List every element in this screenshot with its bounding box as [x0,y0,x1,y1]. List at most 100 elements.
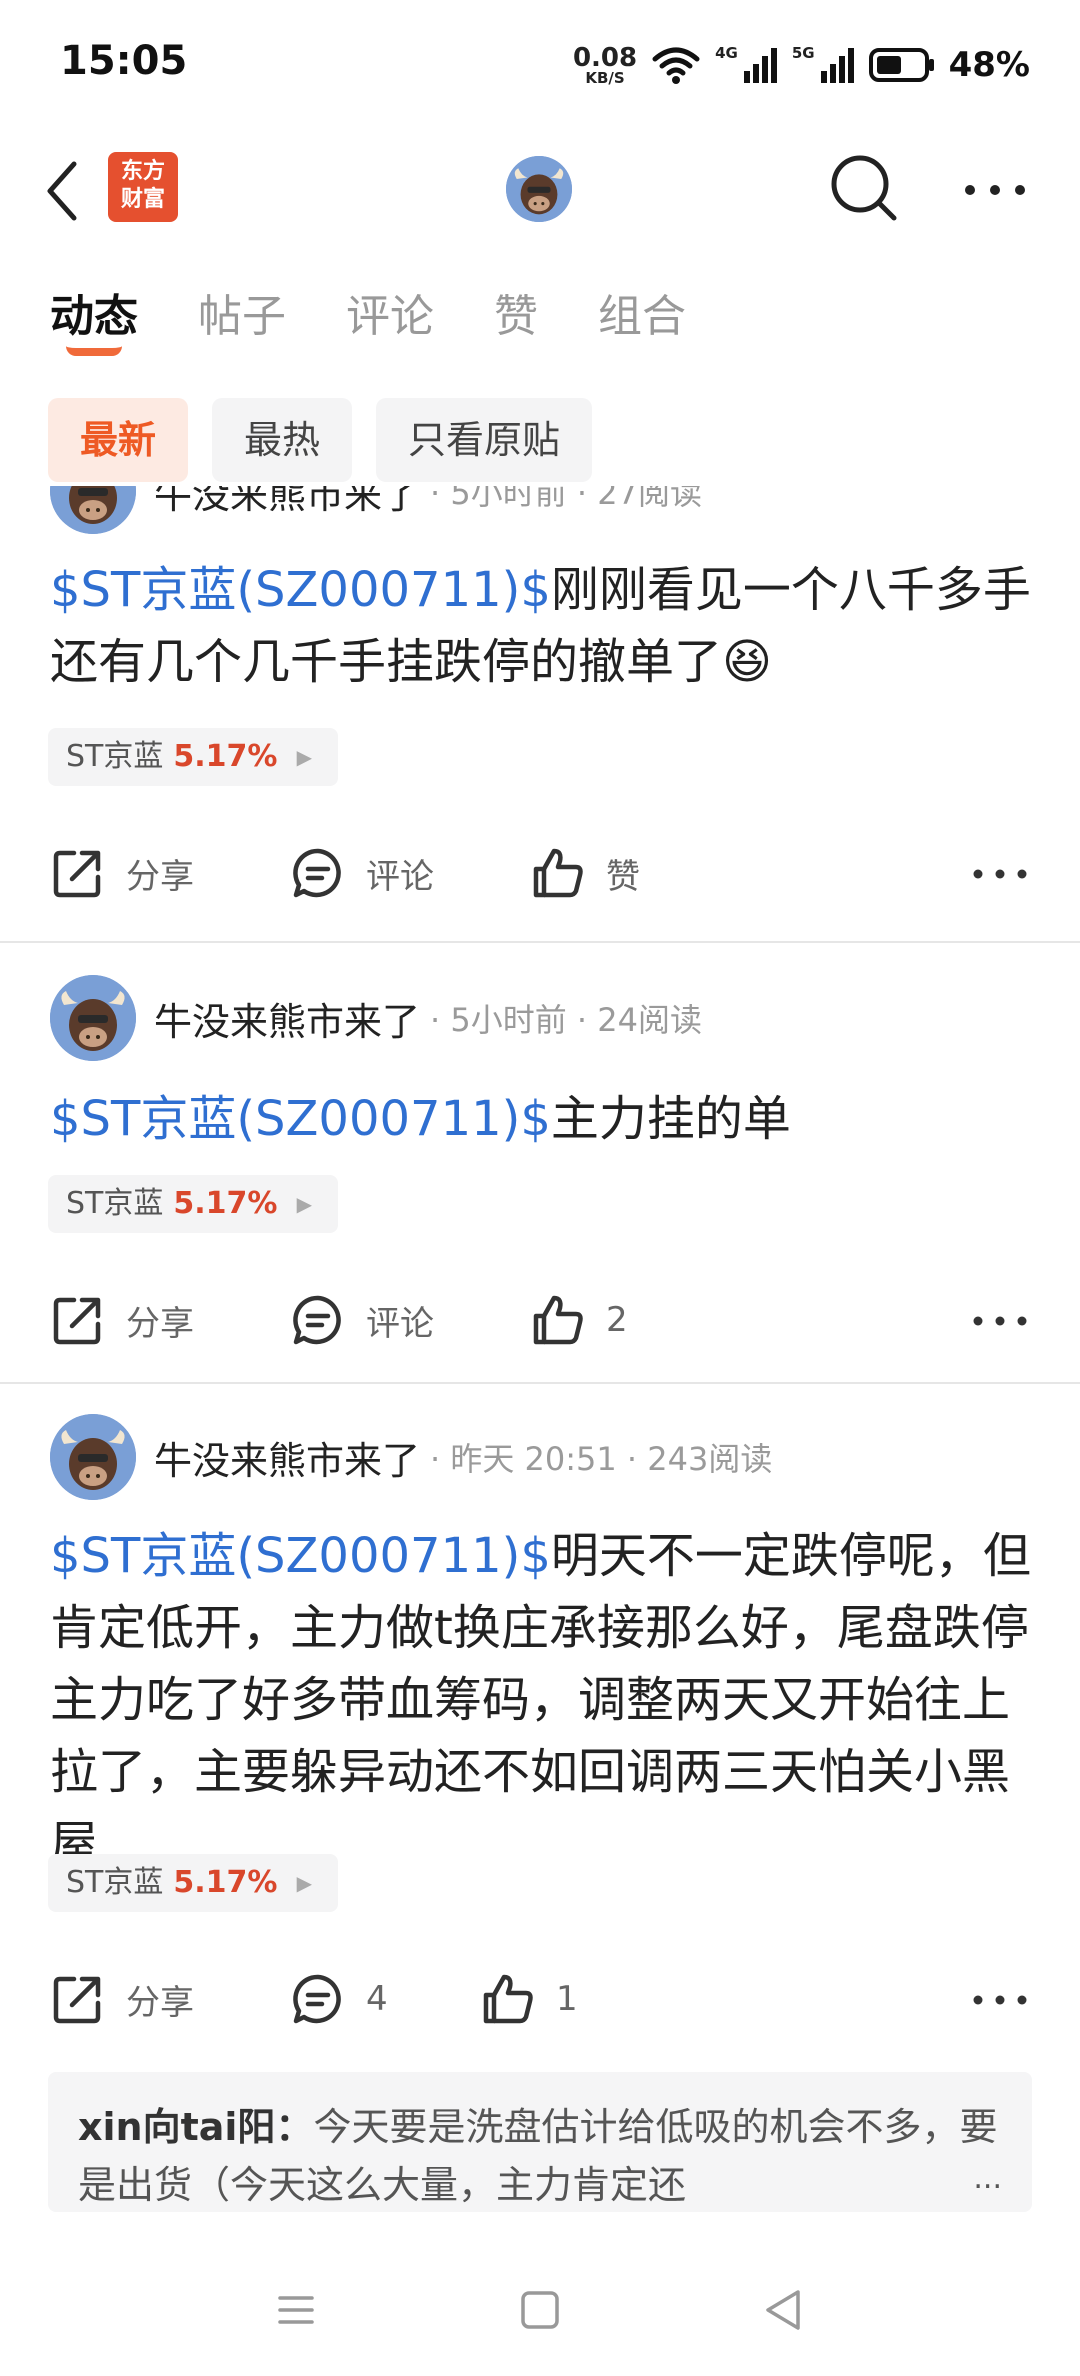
post-card[interactable]: 牛没来熊市来了 · 昨天 20:51 · 243阅读 $ST京蓝(SZ00071… [0,1384,1080,2242]
signal-icon [820,48,854,83]
author-name[interactable]: 牛没来熊市来了 [154,1430,420,1485]
comment-icon [293,848,341,898]
stock-tag[interactable]: ST京蓝 5.17% ▶ [48,728,338,786]
post-more-icon[interactable] [970,1980,1030,2020]
back-triangle-icon[interactable] [754,2282,814,2338]
status-time: 15:05 [60,38,188,84]
system-navigation-bar [0,2242,1080,2376]
filter-hottest[interactable]: 最热 [212,398,353,482]
hot-reply-box[interactable]: xin向tai阳：今天要是洗盘估计给低吸的机会不多，要是出货（今天这么大量，主力… [48,2072,1032,2212]
logo-line1: 东方 [120,159,165,184]
like-button[interactable]: 赞 [530,838,640,908]
back-arrow-icon[interactable] [40,156,90,226]
comment-count: 4 [366,1979,388,2019]
comment-button[interactable]: 评论 [290,1285,434,1355]
like-count: 1 [556,1979,578,2019]
stock-link[interactable]: $ST京蓝(SZ000711)$ [50,1091,551,1147]
stock-tag-pct: 5.17% [173,1186,278,1221]
bull-avatar-icon [50,1414,136,1500]
tab-portfolio[interactable]: 组合 [598,280,686,350]
post-meta: · 昨天 20:51 · 243阅读 [430,1440,773,1478]
search-icon[interactable] [826,150,902,226]
net-speed-value: 0.08 [572,42,638,73]
profile-tabs: 动态 帖子 评论 赞 组合 [50,280,746,356]
author-avatar[interactable] [50,486,136,534]
tab-label: 评论 [346,291,434,342]
bull-avatar-icon [50,486,136,534]
app-header: 东方 财富 [0,140,1080,240]
author-avatar[interactable] [50,975,136,1061]
app-logo[interactable]: 东方 财富 [108,152,178,222]
menu-icon[interactable] [266,2282,326,2338]
share-icon [53,850,101,898]
tab-label: 帖子 [198,291,286,342]
author-name[interactable]: 牛没来熊市来了 [154,486,420,519]
post-card[interactable]: 牛没来熊市来了 · 5小时前 · 27阅读 $ST京蓝(SZ000711)$刚刚… [0,486,1080,926]
bull-avatar-icon [506,156,572,222]
share-label: 分享 [126,856,194,897]
tab-label: 组合 [598,291,686,342]
post-more-icon[interactable] [970,1301,1030,1341]
thumbs-up-icon [533,848,583,898]
comment-label: 评论 [366,856,434,897]
author-name[interactable]: 牛没来熊市来了 [154,991,420,1046]
user-avatar[interactable] [506,156,572,222]
post-meta: · 5小时前 · 24阅读 [430,1001,702,1039]
stock-tag[interactable]: ST京蓝 5.17% ▶ [48,1175,338,1233]
share-button[interactable]: 分享 [50,1285,194,1355]
battery-icon [868,48,934,82]
like-button[interactable]: 1 [480,1964,578,2034]
triangle-right-icon: ▶ [296,1871,312,1895]
post-content[interactable]: $ST京蓝(SZ000711)$明天不一定跌停呢，但肯定低开，主力做t换庄承接那… [50,1520,1040,1880]
stock-tag-name: ST京蓝 [66,1865,164,1900]
like-button[interactable]: 2 [530,1285,628,1355]
signal-icon [743,48,777,83]
thumbs-up-icon [533,1295,583,1345]
comment-icon [293,1974,341,2024]
stock-tag-pct: 5.17% [173,739,278,774]
tab-posts[interactable]: 帖子 [198,280,286,350]
comment-button[interactable]: 4 [290,1964,388,2034]
reply-more[interactable]: ... [973,2150,1002,2208]
reply-author[interactable]: xin向tai阳： [78,2105,313,2149]
filter-chips: 最新 最热 只看原贴 [48,398,593,482]
comment-button[interactable]: 评论 [290,838,434,908]
filter-latest[interactable]: 最新 [48,398,189,482]
triangle-right-icon: ▶ [296,745,312,769]
filter-original-only[interactable]: 只看原贴 [376,398,593,482]
comment-icon [293,1295,341,1345]
post-actions: 分享 评论 2 [0,1285,1080,1355]
post-meta: · 5小时前 · 27阅读 [430,486,702,512]
wifi-icon [652,47,700,84]
author-avatar[interactable] [50,1414,136,1500]
post-feed: 牛没来熊市来了 · 5小时前 · 27阅读 $ST京蓝(SZ000711)$刚刚… [0,486,1080,2242]
share-icon [53,1297,101,1345]
share-button[interactable]: 分享 [50,1964,194,2034]
stock-tag[interactable]: ST京蓝 5.17% ▶ [48,1854,338,1912]
net-speed-unit: KB/S [585,68,625,87]
tab-active-indicator [66,346,122,356]
stock-tag-name: ST京蓝 [66,1186,164,1221]
stock-link[interactable]: $ST京蓝(SZ000711)$ [50,562,551,618]
tab-dynamic[interactable]: 动态 [50,280,138,356]
post-content[interactable]: $ST京蓝(SZ000711)$主力挂的单 [50,1083,1040,1155]
tab-likes[interactable]: 赞 [494,280,538,350]
net-speed: 0.08 KB/S [573,45,637,86]
signal2-label: 5G [791,44,815,62]
post-content[interactable]: $ST京蓝(SZ000711)$刚刚看见一个八千多手还有几个几千手挂跌停的撤单了… [50,554,1040,698]
tab-comments[interactable]: 评论 [346,280,434,350]
status-bar: 15:05 0.08 KB/S 4G 5G 48% [0,0,1080,130]
post-author-row: 牛没来熊市来了 · 昨天 20:51 · 243阅读 [50,1412,772,1502]
stock-tag-pct: 5.17% [173,1865,278,1900]
stock-link[interactable]: $ST京蓝(SZ000711)$ [50,1528,551,1584]
comment-label: 评论 [366,1303,434,1344]
logo-line2: 财富 [120,187,165,212]
tab-label: 赞 [494,291,538,342]
share-label: 分享 [126,1303,194,1344]
post-card[interactable]: 牛没来熊市来了 · 5小时前 · 24阅读 $ST京蓝(SZ000711)$主力… [0,943,1080,1383]
share-button[interactable]: 分享 [50,838,194,908]
post-actions: 分享 评论 赞 [0,838,1080,908]
more-options-icon[interactable] [960,160,1030,220]
home-square-icon[interactable] [510,2282,570,2338]
post-more-icon[interactable] [970,854,1030,894]
